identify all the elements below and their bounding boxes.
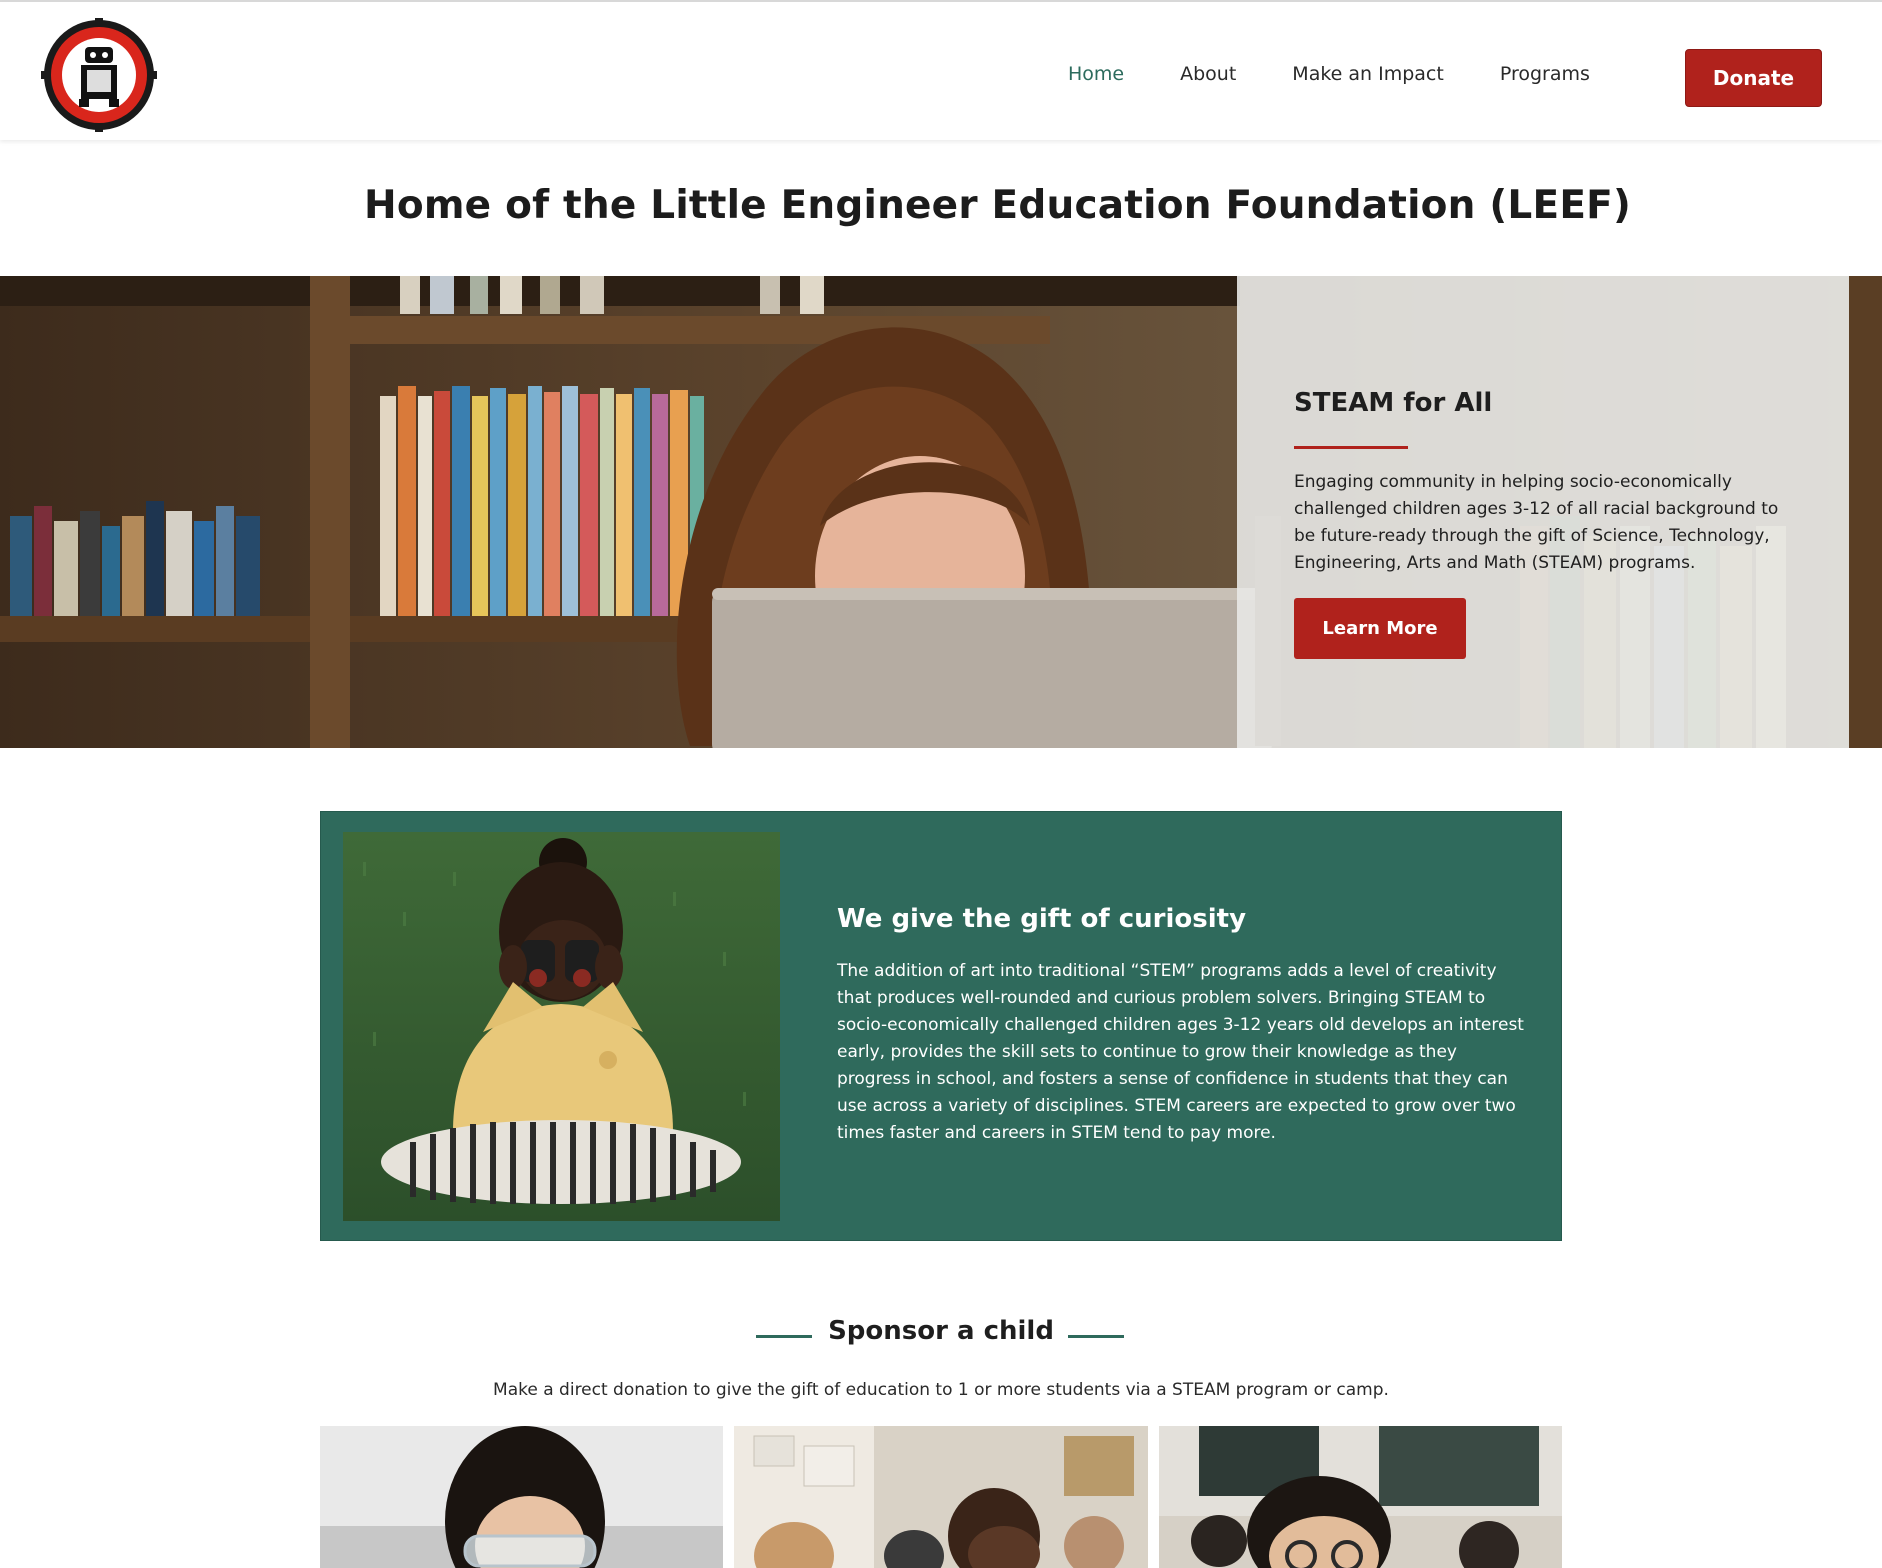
page-title: Home of the Little Engineer Education Fo… [364,183,1632,228]
sponsor-heading-row: Sponsor a child [0,1310,1882,1360]
hero-heading: STEAM for All [1294,388,1493,418]
donate-button[interactable]: Donate [1685,49,1822,107]
sponsor-card-2[interactable] [734,1426,1148,1568]
nav-about[interactable]: About [1152,60,1264,88]
nav-programs[interactable]: Programs [1472,60,1618,88]
sponsor-subtitle: Make a direct donation to give the gift … [493,1380,1389,1400]
sponsor-card-3[interactable] [1159,1426,1562,1568]
nav-make-an-impact[interactable]: Make an Impact [1264,60,1472,88]
site-header: Home About Make an Impact Programs Donat… [0,2,1882,140]
hero-description: Engaging community in helping socio-econ… [1294,472,1779,573]
hero-text-panel: STEAM for All Engaging community in help… [1237,276,1849,748]
hero-banner: STEAM for All Engaging community in help… [0,276,1882,748]
main-nav: Home About Make an Impact Programs [1040,60,1618,88]
hero-bookshelf-edge [1849,276,1882,748]
gift-description: The addition of art into traditional “ST… [837,961,1524,1143]
site-logo[interactable] [38,17,160,133]
nav-home[interactable]: Home [1040,60,1152,88]
child-binoculars-photo [343,832,780,1221]
classroom-students-photo [734,1426,1148,1568]
sponsor-cards [320,1426,1562,1568]
sponsor-title: Sponsor a child [828,1316,1054,1346]
gear-robot-logo-icon [41,17,157,133]
hero-divider [1294,446,1408,449]
gift-of-curiosity-section: We give the gift of curiosity The additi… [320,811,1562,1241]
learn-more-button[interactable]: Learn More [1294,598,1466,659]
child-goggles-photo [320,1426,723,1568]
sponsor-card-1[interactable] [320,1426,723,1568]
gift-heading: We give the gift of curiosity [837,904,1247,934]
sponsor-rule-right [1068,1335,1124,1338]
boy-glasses-photo [1159,1426,1562,1568]
